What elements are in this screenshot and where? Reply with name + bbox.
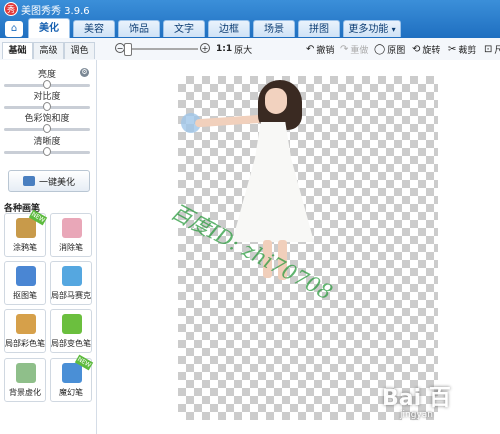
- rotate-icon: ⟲: [412, 43, 421, 55]
- brush-label: 局部变色笔: [51, 339, 91, 348]
- home-icon[interactable]: ⌂: [5, 21, 23, 37]
- app-title-text: 美图秀秀 3.9.6: [21, 5, 90, 17]
- brush-label: 局部马赛克: [51, 291, 91, 300]
- tab-decor[interactable]: 饰品: [118, 20, 160, 37]
- tab-collage[interactable]: 拼图: [298, 20, 340, 37]
- brush-cutout[interactable]: 抠图笔: [4, 261, 46, 305]
- original-label: 原图: [387, 45, 406, 56]
- tab-border[interactable]: 边框: [208, 20, 250, 37]
- brush-mosaic[interactable]: 局部马赛克: [50, 261, 92, 305]
- sharpness-slider[interactable]: [4, 147, 90, 156]
- subtab-basic[interactable]: 基础: [2, 42, 33, 59]
- resize-icon: ⊡: [484, 43, 493, 55]
- undo-icon: ↶: [306, 43, 315, 55]
- main-tabs: ⌂ 美化 美容 饰品 文字 边框 场景 拼图 更多功能 ▾: [0, 18, 500, 38]
- contrast-control: 对比度: [4, 92, 90, 111]
- one-click-beautify-label: 一键美化: [38, 177, 75, 188]
- sharpness-control: 清晰度: [4, 137, 90, 156]
- mosaic-icon: [62, 266, 82, 286]
- adjust-panel: ⚙ 亮度 对比度 色彩饱和度 清晰度 一键美化 各种画笔 NEW 涂鸦笔 消除笔: [0, 60, 97, 434]
- actual-size-button[interactable]: 1:1 原大: [216, 42, 252, 56]
- zoom-in-icon[interactable]: +: [200, 43, 210, 53]
- redo-button[interactable]: ↷ 重做: [340, 42, 368, 56]
- brush-label: 魔幻笔: [59, 388, 83, 397]
- rotate-label: 旋转: [422, 45, 441, 56]
- cutout-icon: [16, 266, 36, 286]
- subtab-color[interactable]: 调色: [64, 42, 95, 59]
- undo-button[interactable]: ↶ 撤销: [306, 42, 334, 56]
- redo-label: 重做: [350, 45, 369, 56]
- resize-button[interactable]: ⊡ 尺: [484, 42, 500, 56]
- redo-icon: ↷: [340, 43, 349, 55]
- saturation-slider[interactable]: [4, 124, 90, 133]
- contrast-slider[interactable]: [4, 102, 90, 111]
- pen-icon: [16, 218, 36, 238]
- tab-beautify[interactable]: 美化: [28, 18, 70, 38]
- title-bar: 秀 美图秀秀 3.9.6 ⌂ 美化 美容 饰品 文字 边框 场景 拼图 更多功能…: [0, 0, 500, 38]
- chevron-down-icon: ▾: [391, 25, 396, 34]
- blur-icon: [16, 363, 36, 383]
- brush-blur[interactable]: 背景虚化: [4, 358, 46, 402]
- saturation-control: 色彩饱和度: [4, 114, 90, 133]
- toolbar: 基础 高级 调色 − + 1:1 原大 ↶ 撤销 ↷ 重做 ◯ 原图 ⟲ 旋转 …: [0, 38, 500, 61]
- magic-icon: [22, 176, 35, 186]
- tab-more-label: 更多功能: [348, 24, 389, 35]
- brightness-slider-handle[interactable]: [43, 80, 51, 89]
- brush-eraser[interactable]: 消除笔: [50, 213, 92, 257]
- color-bucket-icon: [62, 314, 82, 334]
- brush-label: 消除笔: [59, 243, 83, 252]
- one-to-one-label: 1:1: [216, 44, 233, 54]
- face-shape: [265, 88, 287, 114]
- eraser-icon: [62, 218, 82, 238]
- brightness-control: 亮度: [4, 70, 90, 89]
- crop-button[interactable]: ✂ 裁剪: [448, 42, 476, 56]
- tab-beauty[interactable]: 美容: [73, 20, 115, 37]
- brush-label: 局部彩色笔: [5, 339, 45, 348]
- color-brush-icon: [16, 314, 36, 334]
- saturation-slider-handle[interactable]: [43, 124, 51, 133]
- baidu-logo: Bai 百: [382, 386, 451, 411]
- contrast-slider-handle[interactable]: [43, 102, 51, 111]
- brush-label: 抠图笔: [13, 291, 37, 300]
- baidu-logo-sub: jingyan: [400, 410, 433, 420]
- brush-label: 涂鸦笔: [13, 243, 37, 252]
- original-icon: ◯: [374, 43, 386, 55]
- zoom-slider[interactable]: [128, 48, 198, 50]
- brush-doodle[interactable]: NEW 涂鸦笔: [4, 209, 48, 257]
- magic-pen-icon: [62, 363, 82, 383]
- original-button[interactable]: ◯ 原图: [374, 42, 405, 56]
- app-title: 秀 美图秀秀 3.9.6: [4, 2, 90, 17]
- scissors-icon: ✂: [448, 43, 457, 55]
- actual-size-label: 原大: [234, 45, 253, 56]
- brush-label: 背景虚化: [9, 388, 41, 397]
- brush-color[interactable]: 局部彩色笔: [4, 309, 46, 353]
- sharpness-slider-handle[interactable]: [43, 147, 51, 156]
- brush-magic[interactable]: NEW 魔幻笔: [50, 354, 94, 402]
- subtab-advanced[interactable]: 高级: [33, 42, 64, 59]
- zoom-slider-handle[interactable]: [124, 43, 132, 56]
- one-click-beautify-button[interactable]: 一键美化: [8, 170, 90, 192]
- rotate-button[interactable]: ⟲ 旋转: [412, 42, 440, 56]
- tab-more[interactable]: 更多功能 ▾: [343, 20, 401, 37]
- brightness-slider[interactable]: [4, 80, 90, 89]
- resize-label: 尺: [494, 45, 500, 56]
- tab-text[interactable]: 文字: [163, 20, 205, 37]
- tab-scene[interactable]: 场景: [253, 20, 295, 37]
- crop-label: 裁剪: [458, 45, 477, 56]
- app-logo-icon: 秀: [4, 2, 18, 16]
- brush-recolor[interactable]: 局部变色笔: [50, 309, 92, 353]
- undo-label: 撤销: [316, 45, 335, 56]
